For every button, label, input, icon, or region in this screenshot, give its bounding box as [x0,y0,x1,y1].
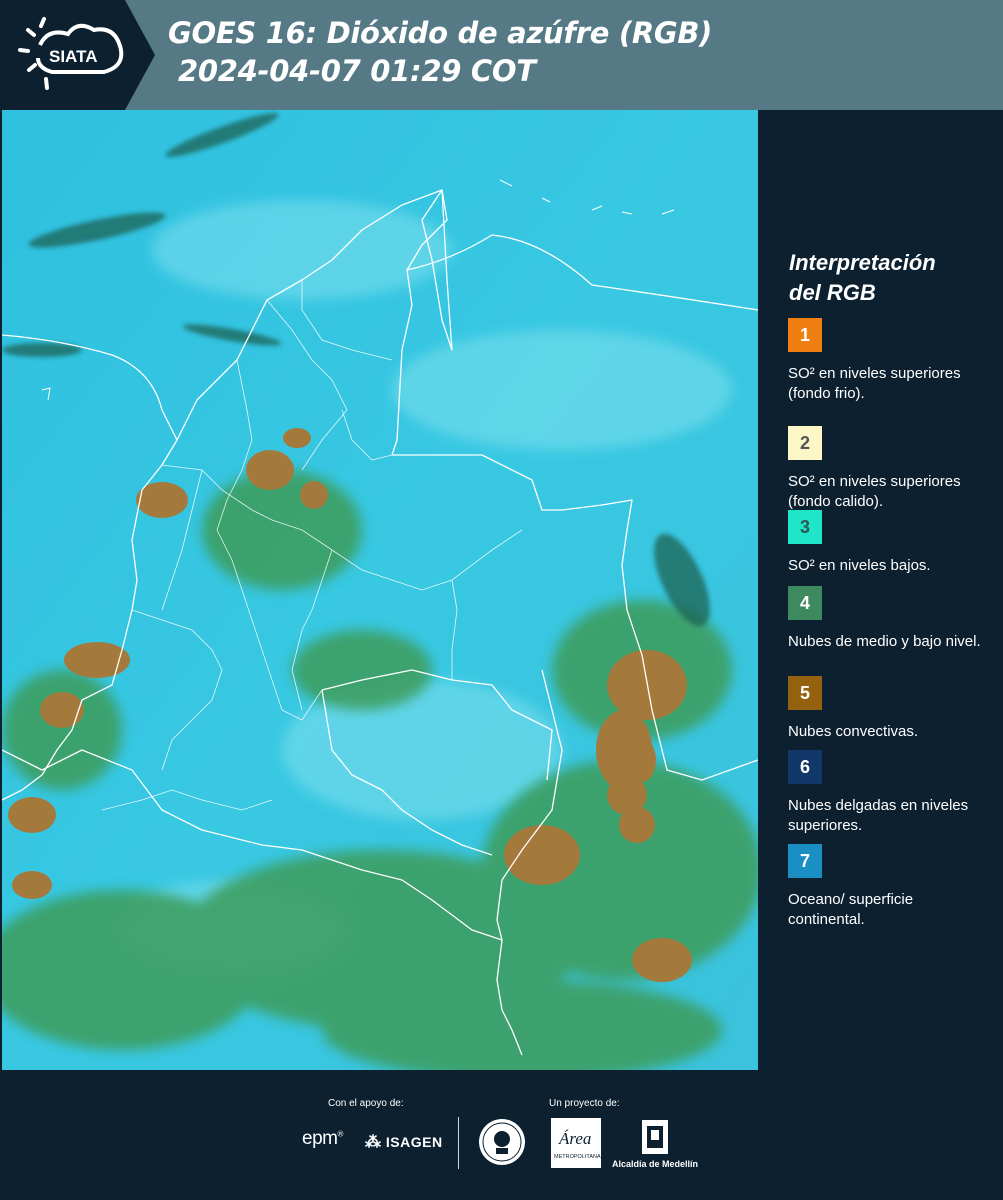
satellite-map [2,110,758,1070]
legend-text-7: Oceano/ superficie continental. [788,891,914,928]
legend-title: Interpretación del RGB [789,248,936,308]
legend-swatch-2: 2 [788,426,822,460]
legend-title-line1: Interpretación [789,250,936,275]
legend-text-4: Nubes de medio y bajo nivel. [788,633,981,650]
legend-swatch-4: 4 [788,586,822,620]
legend-item-4: 4 Nubes de medio y bajo nivel. [788,586,993,652]
legend-item-3: 3 SO² en niveles bajos. [788,510,993,576]
footer: Con el apoyo de: Un proyecto de: epm® ⁂ … [0,1070,1003,1200]
header-bar: SIATA GOES 16: Dióxido de azúfre (RGB) 2… [0,0,1003,110]
legend-swatch-5: 5 [788,676,822,710]
legend-swatch-1: 1 [788,318,822,352]
support-label: Con el apoyo de: [328,1098,404,1109]
svg-text:SIATA: SIATA [49,47,97,66]
legend-item-6: 6 Nubes delgadas en niveles superiores. [788,750,993,836]
legend-text-3: SO² en niveles bajos. [788,557,931,574]
page-title: GOES 16: Dióxido de azúfre (RGB) 2024-04… [168,14,712,90]
legend-swatch-7: 7 [788,844,822,878]
area-metropolitana-logo: Área METROPOLITANA [551,1118,601,1173]
project-label: Un proyecto de: [549,1098,620,1109]
alcaldia-label: Alcaldía de Medellín [612,1159,699,1169]
legend-text-2: SO² en niveles superiores (fondo calido)… [788,473,961,510]
legend-text-5: Nubes convectivas. [788,723,919,740]
footer-divider [458,1117,459,1169]
legend-item-2: 2 SO² en niveles superiores (fondo calido… [788,426,993,512]
svg-text:METROPOLITANA: METROPOLITANA [554,1154,601,1160]
legend-text-6: Nubes delgadas en niveles superiores. [788,797,969,834]
legend-item-5: 5 Nubes convectivas. [788,676,993,742]
isagen-logo: ⁂ ISAGEN [365,1134,443,1151]
medellin-seal-logo [478,1118,526,1171]
siata-logo: SIATA [0,0,155,110]
rgb-legend: Interpretación del RGB 1 SO² en niveles s… [760,110,1003,1070]
legend-item-7: 7 Oceano/ superficie continental. [788,844,993,930]
legend-swatch-3: 3 [788,510,822,544]
legend-title-line2: del RGB [789,280,876,305]
legend-text-1: SO² en niveles superiores (fondo frio). [788,365,961,402]
epm-logo: epm® [302,1128,343,1149]
svg-text:Área: Área [558,1129,591,1148]
title-product: GOES 16: Dióxido de azúfre (RGB) [168,16,713,50]
alcaldia-logo [612,1118,700,1163]
title-timestamp: 2024-04-07 01:29 COT [178,54,536,88]
legend-item-1: 1 SO² en niveles superiores (fondo frio). [788,318,993,404]
legend-swatch-6: 6 [788,750,822,784]
